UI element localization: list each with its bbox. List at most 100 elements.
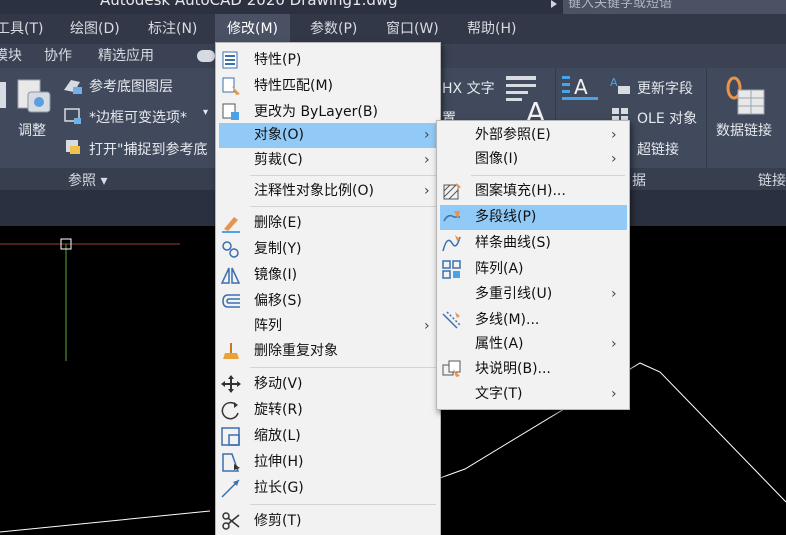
menu-item-rotate[interactable]: 旋转(R) [216,398,440,423]
trim-icon [222,512,240,530]
menu-divider [250,206,436,207]
menu-tools[interactable]: 工具(T) [0,14,43,44]
update-fields-button[interactable]: 更新字段 [637,78,693,98]
hatch-icon [443,183,461,200]
menu-parametric[interactable]: 参数(P) [310,14,357,44]
underlay-layers-button[interactable]: 参考底图图层 [89,76,173,96]
tab-collaborate[interactable]: 协作 [44,44,72,68]
block-description-icon [442,360,461,377]
frame-option-icon[interactable] [62,106,84,126]
multiline-icon [442,311,462,329]
menu-item-erase[interactable]: 删除(E) [216,211,440,236]
menu-item-scale[interactable]: 缩放(L) [216,424,440,449]
menu-divider [250,175,436,176]
menu-item-stretch[interactable]: 拉伸(H) [216,450,440,475]
menu-item-delete-duplicates[interactable]: 删除重复对象 [216,339,440,364]
tab-module[interactable]: 模块 [0,44,22,68]
field-list-icon[interactable]: A [560,72,600,102]
data-link-button[interactable]: 数据链接 [716,120,772,140]
menu-modify[interactable]: 修改(M) [215,14,291,44]
offset-icon [222,294,240,308]
submenu-item-image[interactable]: 图像(I) › [437,147,629,172]
snap-underlay-button[interactable]: 打开"捕捉到参考底 [89,139,207,159]
menu-item-array[interactable]: 阵列 › [216,314,440,339]
submenu-item-attribute[interactable]: 属性(A) › [437,332,629,357]
object-submenu: 外部参照(E) › 图像(I) › 图案填充(H)... 多段线(P) 样条曲线… [436,120,630,410]
menu-dimension[interactable]: 标注(N) [148,14,197,44]
submenu-item-polyline[interactable]: 多段线(P) [440,205,627,230]
submenu-item-hatch[interactable]: 图案填充(H)... [437,179,629,204]
submenu-item-xref[interactable]: 外部参照(E) › [437,123,629,148]
menu-divider [250,504,436,505]
panel-title-link[interactable]: 链接 [758,170,786,190]
search-placeholder: 键入关键字或短语 [568,0,673,11]
submenu-arrow-icon: › [424,183,430,199]
polyline-icon [443,211,460,222]
spline-icon [442,235,461,252]
submenu-arrow-icon: › [611,127,617,143]
submenu-item-multileader[interactable]: 多重引线(U) › [437,282,629,307]
dropdown-arrow-icon[interactable]: ▾ [203,107,208,118]
menu-window[interactable]: 窗口(W) [386,14,439,44]
menu-item-match-properties[interactable]: 特性匹配(M) [216,74,440,99]
text-tool-icon[interactable]: A [504,74,552,126]
svg-text:A: A [574,75,588,99]
panel-title-reference[interactable]: 参照 ▾ [68,170,107,190]
adjust-icon[interactable] [14,76,54,116]
submenu-item-spline[interactable]: 样条曲线(S) [437,231,629,256]
menu-item-properties[interactable]: 特性(P) [216,48,440,73]
data-link-icon[interactable] [722,74,768,118]
menu-item-annotative-scale[interactable]: 注释性对象比例(O) › [216,179,440,204]
submenu-arrow-icon: › [611,336,617,352]
submenu-item-multiline[interactable]: 多线(M)... [437,308,629,333]
menu-item-trim[interactable]: 修剪(T) [216,509,440,534]
submenu-arrow-icon: › [611,286,617,302]
lengthen-icon [221,479,240,498]
menu-divider [250,367,436,368]
snap-underlay-icon[interactable] [62,136,84,156]
ole-object-button[interactable]: OLE 对象 [637,108,697,128]
submenu-item-block-description[interactable]: 块说明(B)... [437,357,629,382]
submenu-arrow-icon: › [611,151,617,167]
adjust-label[interactable]: 调整 [18,120,46,140]
tab-featured-apps[interactable]: 精选应用 [98,44,154,68]
frame-option-dropdown[interactable]: *边框可变选项* [89,107,187,127]
submenu-item-text[interactable]: 文字(T) › [437,382,629,407]
search-box[interactable]: 键入关键字或短语 [563,0,786,14]
ribbon-toggle-icon[interactable] [197,50,215,62]
svg-text:A: A [610,76,618,89]
erase-icon [222,217,240,233]
hyperlink-button[interactable]: 超链接 [637,139,679,159]
menu-item-move[interactable]: 移动(V) [216,372,440,397]
submenu-item-array[interactable]: 阵列(A) [437,257,629,282]
properties-icon [222,51,238,69]
modify-menu: 特性(P) 特性匹配(M) 更改为 ByLayer(B) 对象(O) › 剪裁(… [215,42,441,535]
submenu-arrow-icon: › [611,386,617,402]
delete-duplicates-icon [223,343,239,359]
partial-tool-icon[interactable] [0,80,8,110]
panel-title-data[interactable]: 据 [632,170,646,190]
autocad-window: Autodesk AutoCAD 2020 Drawing1.dwg 键入关键字… [0,0,786,535]
menu-draw[interactable]: 绘图(D) [70,14,120,44]
menu-item-mirror[interactable]: 镜像(I) [216,263,440,288]
copy-icon [222,241,239,258]
menu-help[interactable]: 帮助(H) [467,14,516,44]
menu-item-copy[interactable]: 复制(Y) [216,237,440,262]
menu-item-offset[interactable]: 偏移(S) [216,289,440,314]
window-title: Autodesk AutoCAD 2020 Drawing1.dwg [100,0,398,9]
submenu-arrow-icon: › [424,318,430,334]
menu-item-clip[interactable]: 剪裁(C) › [216,148,440,173]
array-icon [442,260,461,279]
menu-divider [471,175,625,176]
menu-item-object[interactable]: 对象(O) › [219,123,440,148]
menu-bar: 工具(T) 绘图(D) 标注(N) 修改(M) 参数(P) 窗口(W) 帮助(H… [0,14,786,44]
submenu-arrow-icon: › [424,127,430,143]
rotate-icon [221,401,239,420]
hx-text-button[interactable]: HX 文字 [442,78,495,98]
underlay-layers-icon[interactable] [62,76,84,96]
menu-item-change-to-bylayer[interactable]: 更改为 ByLayer(B) [216,100,440,125]
menu-item-lengthen[interactable]: 拉长(G) [216,476,440,501]
move-icon [221,375,241,393]
search-expand-icon[interactable] [551,0,557,8]
update-fields-icon[interactable]: A [610,76,632,96]
